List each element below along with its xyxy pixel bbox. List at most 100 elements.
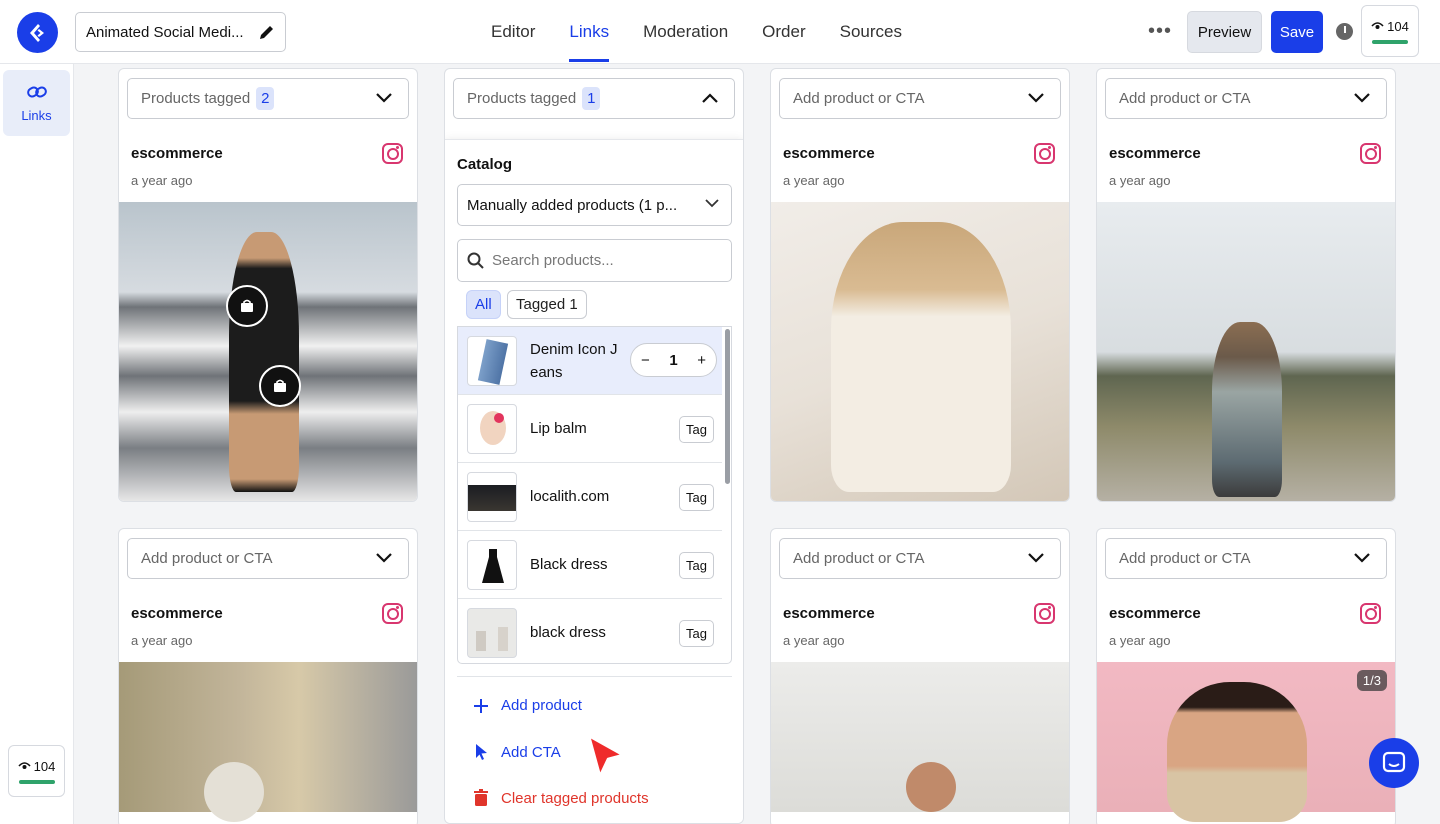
product-dropdown: Catalog Manually added products (1 p... … <box>445 139 743 823</box>
product-search[interactable] <box>457 239 732 282</box>
post-image[interactable]: 1/3 <box>1097 662 1395 822</box>
top-bar: Animated Social Medi... Editor Links Mod… <box>0 0 1440 64</box>
history-clock-icon[interactable] <box>1336 23 1353 40</box>
instagram-icon <box>382 603 403 624</box>
instagram-icon <box>1034 603 1055 624</box>
post-card[interactable]: Add product or CTA escommerce a year ago <box>1096 68 1396 502</box>
link-icon <box>26 86 47 97</box>
list-item[interactable]: Denim Icon Jeans − 1 + <box>458 327 722 395</box>
catalog-value: Manually added products (1 p... <box>467 196 678 214</box>
product-tag-panel: Products tagged 1 Catalog Manually added… <box>444 68 744 824</box>
post-image[interactable] <box>119 202 417 501</box>
post-card[interactable]: Add product or CTA escommerce a year ago <box>770 68 1070 502</box>
add-product-label: Add product <box>501 697 582 714</box>
tab-sources[interactable]: Sources <box>823 0 919 64</box>
quantity-value: 1 <box>669 351 678 369</box>
view-counter[interactable]: 104 <box>1361 5 1419 57</box>
tab-order[interactable]: Order <box>745 0 822 64</box>
selector-label: Add product or CTA <box>141 550 273 567</box>
chevron-down-icon <box>1028 553 1044 563</box>
list-item[interactable]: Black dress Tag <box>458 531 722 599</box>
project-title-field[interactable]: Animated Social Medi... <box>75 12 286 52</box>
filter-all[interactable]: All <box>466 290 501 319</box>
post-image[interactable] <box>771 202 1069 501</box>
product-name: black dress <box>530 624 606 641</box>
app-logo-icon[interactable] <box>17 12 58 53</box>
post-card[interactable]: Add product or CTA escommerce a year ago… <box>1096 528 1396 824</box>
catalog-select[interactable]: Manually added products (1 p... <box>457 184 732 226</box>
product-tag-selector[interactable]: Add product or CTA <box>1105 538 1387 579</box>
product-thumbnail <box>467 539 517 590</box>
tag-count-badge: 2 <box>256 87 275 110</box>
preview-button[interactable]: Preview <box>1187 11 1262 53</box>
search-input[interactable] <box>492 252 712 269</box>
minus-icon[interactable]: − <box>641 352 650 369</box>
selector-label: Products tagged <box>141 90 251 107</box>
tag-button[interactable]: Tag <box>679 552 714 579</box>
product-name: Denim Icon Jeans <box>530 340 618 381</box>
chevron-down-icon <box>376 93 392 103</box>
list-item[interactable]: localith.com Tag <box>458 463 722 531</box>
shopping-bag-icon[interactable] <box>226 285 268 327</box>
product-tag-selector[interactable]: Add product or CTA <box>779 538 1061 579</box>
chat-icon <box>1382 751 1406 773</box>
plus-icon <box>474 698 488 713</box>
post-time: a year ago <box>131 173 193 188</box>
sidebar-item-links[interactable]: Links <box>3 70 70 136</box>
tag-button[interactable]: Tag <box>679 620 714 647</box>
post-image[interactable] <box>1097 202 1395 501</box>
instagram-icon <box>1360 143 1381 164</box>
list-scrollbar[interactable] <box>725 329 730 484</box>
tab-links[interactable]: Links <box>552 0 626 64</box>
product-tag-selector[interactable]: Add product or CTA <box>1105 78 1387 119</box>
chevron-down-icon <box>1354 93 1370 103</box>
product-tag-selector[interactable]: Add product or CTA <box>127 538 409 579</box>
selector-label: Products tagged <box>467 90 577 107</box>
add-cta-button[interactable]: Add CTA <box>473 743 561 761</box>
post-photo-subject <box>1212 322 1282 497</box>
tag-button[interactable]: Tag <box>679 416 714 443</box>
product-list: Denim Icon Jeans − 1 + Lip balm Tag loca… <box>457 326 732 664</box>
add-cta-label: Add CTA <box>501 743 561 761</box>
view-counter[interactable]: 104 <box>8 745 65 797</box>
tag-button[interactable]: Tag <box>679 484 714 511</box>
post-photo-subject <box>229 232 299 492</box>
tab-moderation[interactable]: Moderation <box>626 0 745 64</box>
post-image[interactable] <box>119 662 417 822</box>
add-product-button[interactable]: Add product <box>473 697 582 714</box>
post-image[interactable] <box>771 662 1069 812</box>
post-card[interactable]: Products tagged 2 escommerce a year ago <box>118 68 418 502</box>
chevron-down-icon <box>1028 93 1044 103</box>
list-item[interactable]: Lip balm Tag <box>458 395 722 463</box>
more-options-icon[interactable]: ••• <box>1148 20 1172 43</box>
clear-tagged-products-button[interactable]: Clear tagged products <box>473 789 649 807</box>
plus-icon[interactable]: + <box>697 352 706 369</box>
chevron-up-icon <box>702 93 718 103</box>
list-item[interactable]: black dress Tag <box>458 599 722 663</box>
shopping-bag-icon[interactable] <box>259 365 301 407</box>
sidebar-item-label: Links <box>21 107 52 123</box>
post-time: a year ago <box>783 173 845 188</box>
post-photo-subject <box>204 762 264 822</box>
chevron-down-icon <box>1354 553 1370 563</box>
post-author: escommerce <box>1109 145 1201 162</box>
filter-tagged[interactable]: Tagged 1 <box>507 290 587 319</box>
tag-count-badge: 1 <box>582 87 601 110</box>
instagram-icon <box>1034 143 1055 164</box>
product-tag-selector[interactable]: Products tagged 2 <box>127 78 409 119</box>
post-card[interactable]: Add product or CTA escommerce a year ago <box>770 528 1070 824</box>
product-name: Lip balm <box>530 420 587 437</box>
product-tag-selector[interactable]: Products tagged 1 <box>453 78 735 119</box>
product-tag-selector[interactable]: Add product or CTA <box>779 78 1061 119</box>
chat-launcher-button[interactable] <box>1369 738 1419 788</box>
chevron-down-icon <box>705 199 719 208</box>
product-thumbnail <box>467 471 517 522</box>
slide-counter: 1/3 <box>1356 670 1387 691</box>
save-button[interactable]: Save <box>1271 11 1323 53</box>
pencil-icon[interactable] <box>258 24 275 41</box>
quantity-stepper[interactable]: − 1 + <box>630 343 717 377</box>
project-title: Animated Social Medi... <box>86 23 244 41</box>
tab-editor[interactable]: Editor <box>474 0 552 64</box>
product-name: Black dress <box>530 556 608 573</box>
post-card[interactable]: Add product or CTA escommerce a year ago <box>118 528 418 824</box>
